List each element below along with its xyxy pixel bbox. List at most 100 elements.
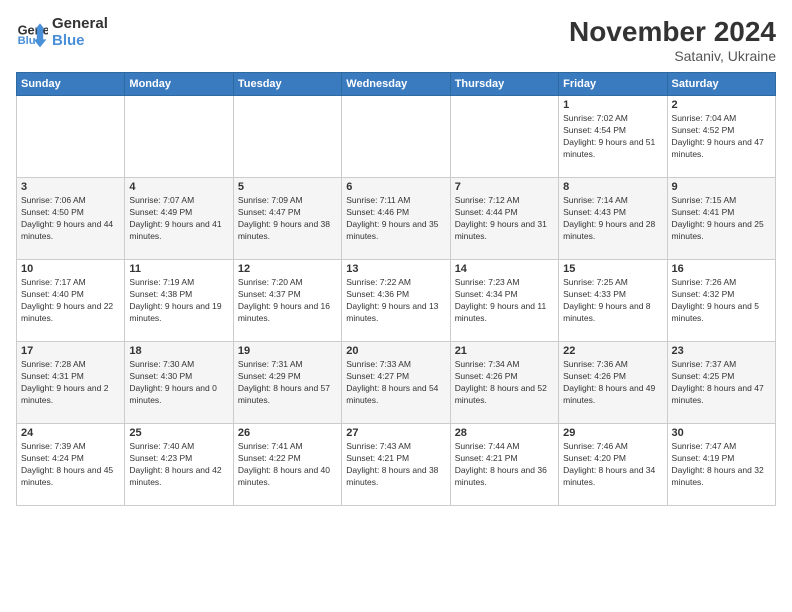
calendar-cell [342,96,450,178]
day-info: Sunrise: 7:12 AMSunset: 4:44 PMDaylight:… [455,195,554,243]
day-number: 16 [672,263,771,275]
header: General Blue General Blue November 2024 … [16,16,776,64]
day-number: 30 [672,427,771,439]
day-number: 2 [672,99,771,111]
header-row: SundayMondayTuesdayWednesdayThursdayFrid… [17,73,776,96]
calendar-cell: 18 Sunrise: 7:30 AMSunset: 4:30 PMDayligh… [125,342,233,424]
day-info: Sunrise: 7:04 AMSunset: 4:52 PMDaylight:… [672,113,771,161]
day-number: 23 [672,345,771,357]
day-number: 12 [238,263,337,275]
logo: General Blue General Blue [16,16,108,49]
day-number: 29 [563,427,662,439]
col-header-saturday: Saturday [667,73,775,96]
day-info: Sunrise: 7:23 AMSunset: 4:34 PMDaylight:… [455,277,554,325]
day-number: 19 [238,345,337,357]
calendar-cell: 29 Sunrise: 7:46 AMSunset: 4:20 PMDayligh… [559,424,667,506]
day-number: 20 [346,345,445,357]
day-number: 14 [455,263,554,275]
day-number: 18 [129,345,228,357]
day-info: Sunrise: 7:41 AMSunset: 4:22 PMDaylight:… [238,441,337,489]
day-info: Sunrise: 7:17 AMSunset: 4:40 PMDaylight:… [21,277,120,325]
calendar-cell: 28 Sunrise: 7:44 AMSunset: 4:21 PMDayligh… [450,424,558,506]
day-number: 11 [129,263,228,275]
day-info: Sunrise: 7:43 AMSunset: 4:21 PMDaylight:… [346,441,445,489]
location: Sataniv, Ukraine [569,48,776,64]
calendar-table: SundayMondayTuesdayWednesdayThursdayFrid… [16,72,776,506]
col-header-tuesday: Tuesday [233,73,341,96]
col-header-thursday: Thursday [450,73,558,96]
calendar-cell: 27 Sunrise: 7:43 AMSunset: 4:21 PMDayligh… [342,424,450,506]
calendar-cell: 16 Sunrise: 7:26 AMSunset: 4:32 PMDayligh… [667,260,775,342]
calendar-cell: 15 Sunrise: 7:25 AMSunset: 4:33 PMDayligh… [559,260,667,342]
calendar-cell: 21 Sunrise: 7:34 AMSunset: 4:26 PMDayligh… [450,342,558,424]
calendar-cell [233,96,341,178]
day-number: 25 [129,427,228,439]
calendar-cell: 13 Sunrise: 7:22 AMSunset: 4:36 PMDayligh… [342,260,450,342]
day-info: Sunrise: 7:46 AMSunset: 4:20 PMDaylight:… [563,441,662,489]
calendar-cell: 1Sunrise: 7:02 AMSunset: 4:54 PMDaylight… [559,96,667,178]
calendar-cell: 10 Sunrise: 7:17 AMSunset: 4:40 PMDayligh… [17,260,125,342]
day-info: Sunrise: 7:09 AMSunset: 4:47 PMDaylight:… [238,195,337,243]
logo-blue: Blue [52,33,108,50]
calendar-cell [125,96,233,178]
day-number: 13 [346,263,445,275]
day-info: Sunrise: 7:28 AMSunset: 4:31 PMDaylight:… [21,359,120,407]
calendar-cell: 7 Sunrise: 7:12 AMSunset: 4:44 PMDaylight… [450,178,558,260]
calendar-cell: 8 Sunrise: 7:14 AMSunset: 4:43 PMDaylight… [559,178,667,260]
day-info: Sunrise: 7:26 AMSunset: 4:32 PMDaylight:… [672,277,771,325]
calendar-cell: 23 Sunrise: 7:37 AMSunset: 4:25 PMDayligh… [667,342,775,424]
day-number: 28 [455,427,554,439]
day-info: Sunrise: 7:31 AMSunset: 4:29 PMDaylight:… [238,359,337,407]
day-number: 3 [21,181,120,193]
calendar-cell: 26 Sunrise: 7:41 AMSunset: 4:22 PMDayligh… [233,424,341,506]
day-number: 6 [346,181,445,193]
week-row-5: 24 Sunrise: 7:39 AMSunset: 4:24 PMDayligh… [17,424,776,506]
day-number: 8 [563,181,662,193]
day-number: 21 [455,345,554,357]
calendar-cell: 9Sunrise: 7:15 AMSunset: 4:41 PMDaylight… [667,178,775,260]
title-block: November 2024 Sataniv, Ukraine [569,16,776,64]
calendar-cell: 3 Sunrise: 7:06 AMSunset: 4:50 PMDaylight… [17,178,125,260]
calendar-cell: 19 Sunrise: 7:31 AMSunset: 4:29 PMDayligh… [233,342,341,424]
calendar-cell: 6 Sunrise: 7:11 AMSunset: 4:46 PMDaylight… [342,178,450,260]
calendar-cell: 2 Sunrise: 7:04 AMSunset: 4:52 PMDaylight… [667,96,775,178]
col-header-monday: Monday [125,73,233,96]
day-info: Sunrise: 7:36 AMSunset: 4:26 PMDaylight:… [563,359,662,407]
day-number: 15 [563,263,662,275]
day-info: Sunrise: 7:20 AMSunset: 4:37 PMDaylight:… [238,277,337,325]
day-info: Sunrise: 7:30 AMSunset: 4:30 PMDaylight:… [129,359,228,407]
calendar-cell: 20 Sunrise: 7:33 AMSunset: 4:27 PMDayligh… [342,342,450,424]
day-info: Sunrise: 7:44 AMSunset: 4:21 PMDaylight:… [455,441,554,489]
day-info: Sunrise: 7:25 AMSunset: 4:33 PMDaylight:… [563,277,662,325]
day-number: 27 [346,427,445,439]
day-info: Sunrise: 7:33 AMSunset: 4:27 PMDaylight:… [346,359,445,407]
calendar-cell: 17Sunrise: 7:28 AMSunset: 4:31 PMDayligh… [17,342,125,424]
calendar-cell: 14 Sunrise: 7:23 AMSunset: 4:34 PMDayligh… [450,260,558,342]
day-info: Sunrise: 7:06 AMSunset: 4:50 PMDaylight:… [21,195,120,243]
day-number: 24 [21,427,120,439]
day-number: 22 [563,345,662,357]
day-info: Sunrise: 7:22 AMSunset: 4:36 PMDaylight:… [346,277,445,325]
day-info: Sunrise: 7:11 AMSunset: 4:46 PMDaylight:… [346,195,445,243]
week-row-3: 10 Sunrise: 7:17 AMSunset: 4:40 PMDayligh… [17,260,776,342]
calendar-cell: 4Sunrise: 7:07 AMSunset: 4:49 PMDaylight… [125,178,233,260]
day-info: Sunrise: 7:14 AMSunset: 4:43 PMDaylight:… [563,195,662,243]
month-title: November 2024 [569,16,776,48]
calendar-cell [450,96,558,178]
day-number: 26 [238,427,337,439]
week-row-4: 17Sunrise: 7:28 AMSunset: 4:31 PMDayligh… [17,342,776,424]
calendar-cell: 11Sunrise: 7:19 AMSunset: 4:38 PMDayligh… [125,260,233,342]
day-info: Sunrise: 7:39 AMSunset: 4:24 PMDaylight:… [21,441,120,489]
day-info: Sunrise: 7:15 AMSunset: 4:41 PMDaylight:… [672,195,771,243]
calendar-cell [17,96,125,178]
day-number: 10 [21,263,120,275]
day-info: Sunrise: 7:47 AMSunset: 4:19 PMDaylight:… [672,441,771,489]
col-header-wednesday: Wednesday [342,73,450,96]
calendar-cell: 25Sunrise: 7:40 AMSunset: 4:23 PMDayligh… [125,424,233,506]
day-number: 4 [129,181,228,193]
logo-general: General [52,16,108,33]
day-info: Sunrise: 7:37 AMSunset: 4:25 PMDaylight:… [672,359,771,407]
day-info: Sunrise: 7:34 AMSunset: 4:26 PMDaylight:… [455,359,554,407]
day-number: 7 [455,181,554,193]
logo-icon: General Blue [16,17,48,49]
